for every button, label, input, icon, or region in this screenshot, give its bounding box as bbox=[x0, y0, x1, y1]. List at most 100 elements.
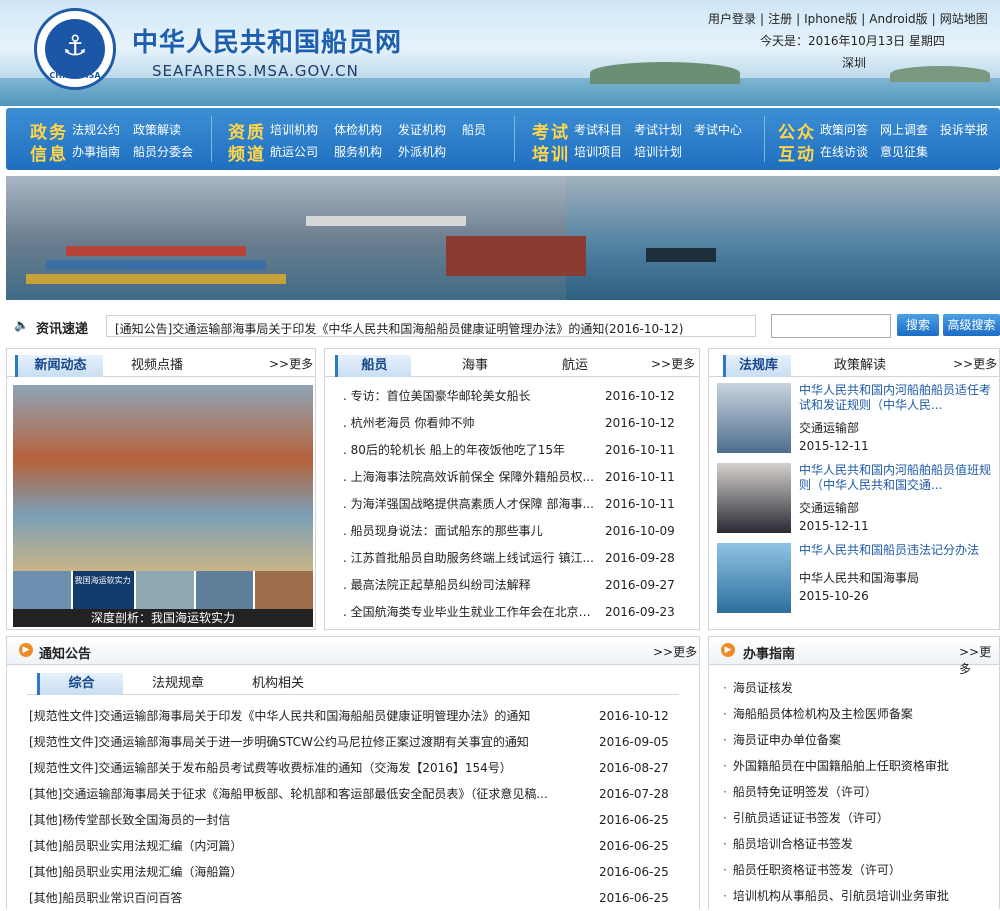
law-title[interactable]: 中华人民共和国内河船舶船员适任考试和发证规则（中华人民... bbox=[799, 383, 993, 413]
list-item[interactable]: [其他]交通运输部海事局关于征求《海船甲板部、轮机部和客运部最低安全配员表》（征… bbox=[29, 781, 679, 807]
item-label[interactable]: 海船船员体检机构及主检医师备案 bbox=[733, 707, 913, 721]
tab-law-library[interactable]: 法规库 bbox=[723, 355, 791, 377]
news-thumbnail[interactable] bbox=[255, 571, 313, 609]
nav-link[interactable]: 培训机构 bbox=[270, 121, 318, 138]
law-title[interactable]: 中华人民共和国船员违法记分办法 bbox=[799, 543, 993, 558]
item-title[interactable]: [其他]船员职业实用法规汇编（海船篇） bbox=[29, 859, 589, 885]
list-item[interactable]: . 专访：首位美国豪华邮轮美女船长 2016-10-12 bbox=[343, 383, 687, 410]
list-item[interactable]: [规范性文件]交通运输部海事局关于印发《中华人民共和国海船船员健康证明管理办法》… bbox=[29, 703, 679, 729]
nav-link[interactable]: 外派机构 bbox=[398, 143, 446, 160]
more-link[interactable]: >>更多 bbox=[269, 355, 313, 372]
law-item[interactable]: 中华人民共和国内河船舶船员适任考试和发证规则（中华人民... 交通运输部 201… bbox=[717, 383, 993, 461]
more-link[interactable]: >>更多 bbox=[653, 643, 697, 660]
item-title[interactable]: [规范性文件]交通运输部海事局关于印发《中华人民共和国海船船员健康证明管理办法》… bbox=[29, 703, 589, 729]
more-link[interactable]: >>更多 bbox=[651, 355, 695, 372]
item-label[interactable]: 海员证申办单位备案 bbox=[733, 733, 841, 747]
item-title[interactable]: . 专访：首位美国豪华邮轮美女船长 bbox=[343, 383, 599, 410]
tab-general[interactable]: 综合 bbox=[37, 673, 123, 695]
list-item[interactable]: · 海船船员体检机构及主检医师备案 bbox=[723, 701, 995, 727]
nav-link[interactable]: 政策解读 bbox=[133, 121, 181, 138]
tab-institutions[interactable]: 机构相关 bbox=[243, 673, 313, 695]
login-link[interactable]: 用户登录 bbox=[708, 12, 756, 26]
list-item[interactable]: . 80后的轮机长 船上的年夜饭他吃了15年 2016-10-11 bbox=[343, 437, 687, 464]
more-link[interactable]: >>更多 bbox=[959, 643, 999, 677]
advanced-search-button[interactable]: 高级搜索 bbox=[943, 314, 1000, 336]
nav-link[interactable]: 培训项目 bbox=[574, 143, 622, 160]
tab-policy[interactable]: 政策解读 bbox=[819, 355, 901, 377]
item-title[interactable]: [规范性文件]交通运输部海事局关于进一步明确STCW公约马尼拉修正案过渡期有关事… bbox=[29, 729, 589, 755]
law-thumbnail[interactable] bbox=[717, 543, 791, 613]
item-title[interactable]: . 上海海事法院高效诉前保全 保障外籍船员权... bbox=[343, 464, 599, 491]
item-title[interactable]: . 为海洋强国战略提供高素质人才保障 部海事... bbox=[343, 491, 599, 518]
item-label[interactable]: 海员证核发 bbox=[733, 681, 793, 695]
nav-link[interactable]: 考试中心 bbox=[694, 121, 742, 138]
nav-link[interactable]: 考试科目 bbox=[574, 121, 622, 138]
item-label[interactable]: 外国籍船员在中国籍船舶上任职资格审批 bbox=[733, 759, 949, 773]
item-title[interactable]: [规范性文件]交通运输部关于发布船员考试费等收费标准的通知（交海发【2016】1… bbox=[29, 755, 589, 781]
news-caption[interactable]: 深度剖析：我国海运软实力 bbox=[13, 609, 313, 627]
item-title[interactable]: . 船员现身说法：面试船东的那些事儿 bbox=[343, 518, 599, 545]
item-label[interactable]: 培训机构从事船员、引航员培训业务审批 bbox=[733, 889, 949, 903]
item-label[interactable]: 船员特免证明签发（许可） bbox=[733, 785, 877, 799]
nav-link[interactable]: 法规公约 bbox=[72, 121, 120, 138]
news-thumbnail[interactable] bbox=[136, 571, 194, 609]
item-title[interactable]: · 船员培训合格证书签发 bbox=[723, 831, 853, 857]
sitemap-link[interactable]: 网站地图 bbox=[940, 12, 988, 26]
item-title[interactable]: . 杭州老海员 你看帅不帅 bbox=[343, 410, 599, 437]
list-item[interactable]: . 船员现身说法：面试船东的那些事儿 2016-10-09 bbox=[343, 518, 687, 545]
more-link[interactable]: >>更多 bbox=[953, 355, 997, 372]
item-title[interactable]: . 江苏首批船员自助服务终端上线试运行 镇江... bbox=[343, 545, 599, 572]
item-title[interactable]: . 80后的轮机长 船上的年夜饭他吃了15年 bbox=[343, 437, 599, 464]
search-button[interactable]: 搜索 bbox=[897, 314, 939, 336]
nav-link[interactable]: 网上调查 bbox=[880, 121, 928, 138]
nav-link[interactable]: 船员分委会 bbox=[133, 143, 193, 160]
nav-link[interactable]: 体检机构 bbox=[334, 121, 382, 138]
list-item[interactable]: [规范性文件]交通运输部关于发布船员考试费等收费标准的通知（交海发【2016】1… bbox=[29, 755, 679, 781]
news-thumbnail[interactable]: 我国海运软实力 bbox=[72, 571, 135, 609]
item-title[interactable]: [其他]杨传堂部长致全国海员的一封信 bbox=[29, 807, 589, 833]
list-item[interactable]: . 最高法院正起草船员纠纷司法解释 2016-09-27 bbox=[343, 572, 687, 599]
list-item[interactable]: [规范性文件]交通运输部海事局关于进一步明确STCW公约马尼拉修正案过渡期有关事… bbox=[29, 729, 679, 755]
item-label[interactable]: 船员培训合格证书签发 bbox=[733, 837, 853, 851]
list-item[interactable]: . 全国航海类专业毕业生就业工作年会在北京召... 2016-09-23 bbox=[343, 599, 687, 626]
list-item[interactable]: [其他]杨传堂部长致全国海员的一封信 2016-06-25 bbox=[29, 807, 679, 833]
item-title[interactable]: · 船员任职资格证书签发（许可） bbox=[723, 857, 901, 883]
list-item[interactable]: · 船员任职资格证书签发（许可） bbox=[723, 857, 995, 883]
tab-maritime[interactable]: 海事 bbox=[443, 355, 507, 377]
tab-video[interactable]: 视频点播 bbox=[115, 355, 199, 377]
list-item[interactable]: [其他]船员职业常识百问百答 2016-06-25 bbox=[29, 885, 679, 911]
news-featured-image[interactable] bbox=[13, 385, 313, 571]
item-title[interactable]: · 引航员适证证书签发（许可） bbox=[723, 805, 889, 831]
law-thumbnail[interactable] bbox=[717, 463, 791, 533]
item-title[interactable]: [其他]交通运输部海事局关于征求《海船甲板部、轮机部和客运部最低安全配员表》（征… bbox=[29, 781, 589, 807]
list-item[interactable]: . 上海海事法院高效诉前保全 保障外籍船员权... 2016-10-11 bbox=[343, 464, 687, 491]
item-title[interactable]: · 海员证申办单位备案 bbox=[723, 727, 841, 753]
item-title[interactable]: . 全国航海类专业毕业生就业工作年会在北京召... bbox=[343, 599, 599, 626]
item-title[interactable]: . 最高法院正起草船员纠纷司法解释 bbox=[343, 572, 599, 599]
nav-link[interactable]: 政策问答 bbox=[820, 121, 868, 138]
tab-seafarer[interactable]: 船员 bbox=[335, 355, 411, 377]
list-item[interactable]: · 引航员适证证书签发（许可） bbox=[723, 805, 995, 831]
list-item[interactable]: · 船员培训合格证书签发 bbox=[723, 831, 995, 857]
item-title[interactable]: · 船员特免证明签发（许可） bbox=[723, 779, 877, 805]
list-item[interactable]: . 为海洋强国战略提供高素质人才保障 部海事... 2016-10-11 bbox=[343, 491, 687, 518]
tab-regulations[interactable]: 法规规章 bbox=[143, 673, 213, 695]
nav-link[interactable]: 船员 bbox=[462, 121, 486, 138]
list-item[interactable]: . 杭州老海员 你看帅不帅 2016-10-12 bbox=[343, 410, 687, 437]
nav-link[interactable]: 发证机构 bbox=[398, 121, 446, 138]
item-label[interactable]: 船员任职资格证书签发（许可） bbox=[733, 863, 901, 877]
law-thumbnail[interactable] bbox=[717, 383, 791, 453]
item-title[interactable]: · 海员证核发 bbox=[723, 675, 793, 701]
msa-logo[interactable]: ⚓ CHINA MSA bbox=[34, 8, 116, 90]
android-link[interactable]: Android版 bbox=[869, 12, 927, 26]
list-item[interactable]: · 海员证核发 bbox=[723, 675, 995, 701]
news-flash-ticker[interactable]: [通知公告]交通运输部海事局关于印发《中华人民共和国海船船员健康证明管理办法》的… bbox=[106, 315, 756, 337]
list-item[interactable]: · 海员证申办单位备案 bbox=[723, 727, 995, 753]
tab-news[interactable]: 新闻动态 bbox=[15, 355, 103, 377]
nav-link[interactable]: 航运公司 bbox=[270, 143, 318, 160]
news-thumbnail[interactable] bbox=[195, 571, 254, 609]
iphone-link[interactable]: Iphone版 bbox=[804, 12, 857, 26]
list-item[interactable]: [其他]船员职业实用法规汇编（内河篇） 2016-06-25 bbox=[29, 833, 679, 859]
item-title[interactable]: · 外国籍船员在中国籍船舶上任职资格审批 bbox=[723, 753, 949, 779]
item-title[interactable]: · 培训机构从事船员、引航员培训业务审批 bbox=[723, 883, 949, 909]
